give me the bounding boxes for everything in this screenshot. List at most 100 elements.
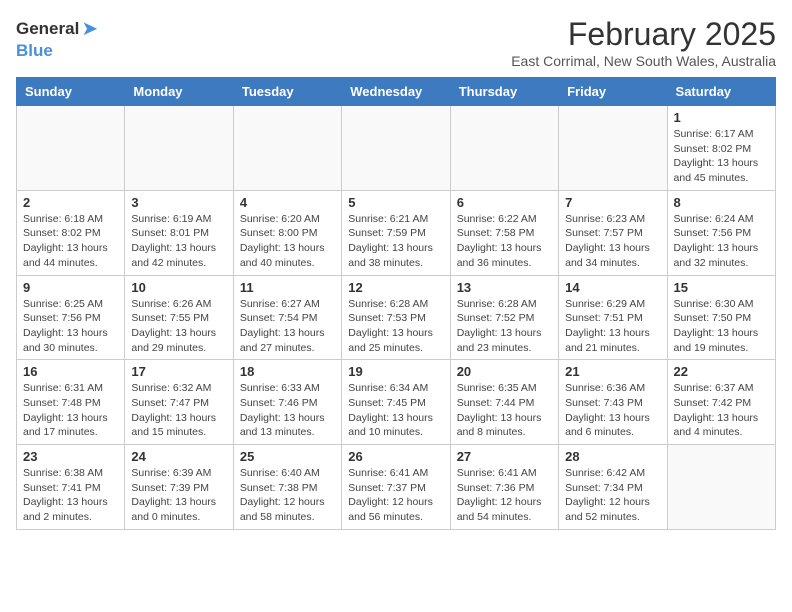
day-number: 14	[565, 280, 660, 295]
day-number: 10	[131, 280, 226, 295]
day-info: Sunrise: 6:38 AM Sunset: 7:41 PM Dayligh…	[23, 466, 118, 525]
weekday-header-saturday: Saturday	[667, 78, 775, 106]
weekday-header-monday: Monday	[125, 78, 233, 106]
calendar-cell: 7 Sunrise: 6:23 AM Sunset: 7:57 PM Daylig…	[559, 190, 667, 275]
calendar-cell	[17, 106, 125, 191]
calendar-cell: 22 Sunrise: 6:37 AM Sunset: 7:42 PM Dayli…	[667, 360, 775, 445]
day-info: Sunrise: 6:37 AM Sunset: 7:42 PM Dayligh…	[674, 381, 769, 440]
day-info: Sunrise: 6:31 AM Sunset: 7:48 PM Dayligh…	[23, 381, 118, 440]
day-info: Sunrise: 6:18 AM Sunset: 8:02 PM Dayligh…	[23, 212, 118, 271]
calendar-cell: 25 Sunrise: 6:40 AM Sunset: 7:38 PM Dayli…	[233, 445, 341, 530]
day-info: Sunrise: 6:41 AM Sunset: 7:36 PM Dayligh…	[457, 466, 552, 525]
calendar-cell: 21 Sunrise: 6:36 AM Sunset: 7:43 PM Dayli…	[559, 360, 667, 445]
calendar-cell: 5 Sunrise: 6:21 AM Sunset: 7:59 PM Daylig…	[342, 190, 450, 275]
calendar-cell: 18Sunrise: 6:33 AM Sunset: 7:46 PM Dayli…	[233, 360, 341, 445]
calendar-cell: 9 Sunrise: 6:25 AM Sunset: 7:56 PM Daylig…	[17, 275, 125, 360]
calendar-cell: 17Sunrise: 6:32 AM Sunset: 7:47 PM Dayli…	[125, 360, 233, 445]
day-info: Sunrise: 6:36 AM Sunset: 7:43 PM Dayligh…	[565, 381, 660, 440]
calendar-cell: 24 Sunrise: 6:39 AM Sunset: 7:39 PM Dayli…	[125, 445, 233, 530]
day-info: Sunrise: 6:20 AM Sunset: 8:00 PM Dayligh…	[240, 212, 335, 271]
calendar-cell: 3 Sunrise: 6:19 AM Sunset: 8:01 PM Daylig…	[125, 190, 233, 275]
day-info: Sunrise: 6:26 AM Sunset: 7:55 PM Dayligh…	[131, 297, 226, 356]
calendar-week-3: 16 Sunrise: 6:31 AM Sunset: 7:48 PM Dayli…	[17, 360, 776, 445]
calendar-cell: 1Sunrise: 6:17 AM Sunset: 8:02 PM Daylig…	[667, 106, 775, 191]
weekday-header-tuesday: Tuesday	[233, 78, 341, 106]
day-number: 16	[23, 364, 118, 379]
day-number: 6	[457, 195, 552, 210]
day-info: Sunrise: 6:19 AM Sunset: 8:01 PM Dayligh…	[131, 212, 226, 271]
logo-blue-text: Blue	[16, 41, 53, 61]
day-info: Sunrise: 6:23 AM Sunset: 7:57 PM Dayligh…	[565, 212, 660, 271]
day-info: Sunrise: 6:21 AM Sunset: 7:59 PM Dayligh…	[348, 212, 443, 271]
page-header: General ➤ Blue February 2025 East Corrim…	[16, 16, 776, 69]
weekday-header-wednesday: Wednesday	[342, 78, 450, 106]
day-info: Sunrise: 6:41 AM Sunset: 7:37 PM Dayligh…	[348, 466, 443, 525]
calendar-cell: 6 Sunrise: 6:22 AM Sunset: 7:58 PM Daylig…	[450, 190, 558, 275]
day-number: 9	[23, 280, 118, 295]
calendar-week-0: 1Sunrise: 6:17 AM Sunset: 8:02 PM Daylig…	[17, 106, 776, 191]
main-title: February 2025	[511, 16, 776, 53]
day-number: 12	[348, 280, 443, 295]
weekday-header-sunday: Sunday	[17, 78, 125, 106]
calendar-cell: 15Sunrise: 6:30 AM Sunset: 7:50 PM Dayli…	[667, 275, 775, 360]
logo-general-text: General	[16, 19, 79, 39]
calendar-cell	[667, 445, 775, 530]
day-number: 2	[23, 195, 118, 210]
day-number: 20	[457, 364, 552, 379]
calendar-cell: 12 Sunrise: 6:28 AM Sunset: 7:53 PM Dayli…	[342, 275, 450, 360]
calendar-cell: 2 Sunrise: 6:18 AM Sunset: 8:02 PM Daylig…	[17, 190, 125, 275]
weekday-header-row: SundayMondayTuesdayWednesdayThursdayFrid…	[17, 78, 776, 106]
calendar-cell: 26Sunrise: 6:41 AM Sunset: 7:37 PM Dayli…	[342, 445, 450, 530]
weekday-header-friday: Friday	[559, 78, 667, 106]
day-info: Sunrise: 6:32 AM Sunset: 7:47 PM Dayligh…	[131, 381, 226, 440]
day-number: 23	[23, 449, 118, 464]
day-number: 13	[457, 280, 552, 295]
day-info: Sunrise: 6:33 AM Sunset: 7:46 PM Dayligh…	[240, 381, 335, 440]
logo: General ➤ Blue	[16, 16, 98, 61]
day-number: 19	[348, 364, 443, 379]
day-number: 7	[565, 195, 660, 210]
title-section: February 2025 East Corrimal, New South W…	[511, 16, 776, 69]
day-number: 25	[240, 449, 335, 464]
calendar-cell: 4Sunrise: 6:20 AM Sunset: 8:00 PM Daylig…	[233, 190, 341, 275]
day-number: 5	[348, 195, 443, 210]
day-info: Sunrise: 6:25 AM Sunset: 7:56 PM Dayligh…	[23, 297, 118, 356]
day-info: Sunrise: 6:39 AM Sunset: 7:39 PM Dayligh…	[131, 466, 226, 525]
day-number: 1	[674, 110, 769, 125]
calendar-cell	[233, 106, 341, 191]
day-info: Sunrise: 6:34 AM Sunset: 7:45 PM Dayligh…	[348, 381, 443, 440]
day-info: Sunrise: 6:22 AM Sunset: 7:58 PM Dayligh…	[457, 212, 552, 271]
day-number: 22	[674, 364, 769, 379]
calendar-cell	[450, 106, 558, 191]
day-number: 27	[457, 449, 552, 464]
calendar-cell: 20 Sunrise: 6:35 AM Sunset: 7:44 PM Dayli…	[450, 360, 558, 445]
logo-bird-icon: ➤	[81, 16, 98, 41]
calendar-cell: 10 Sunrise: 6:26 AM Sunset: 7:55 PM Dayli…	[125, 275, 233, 360]
calendar-cell: 11Sunrise: 6:27 AM Sunset: 7:54 PM Dayli…	[233, 275, 341, 360]
calendar-week-2: 9 Sunrise: 6:25 AM Sunset: 7:56 PM Daylig…	[17, 275, 776, 360]
calendar-cell: 27 Sunrise: 6:41 AM Sunset: 7:36 PM Dayli…	[450, 445, 558, 530]
calendar-cell	[125, 106, 233, 191]
day-number: 21	[565, 364, 660, 379]
calendar-week-1: 2 Sunrise: 6:18 AM Sunset: 8:02 PM Daylig…	[17, 190, 776, 275]
day-number: 24	[131, 449, 226, 464]
day-number: 15	[674, 280, 769, 295]
calendar-cell: 16 Sunrise: 6:31 AM Sunset: 7:48 PM Dayli…	[17, 360, 125, 445]
day-number: 11	[240, 280, 335, 295]
subtitle: East Corrimal, New South Wales, Australi…	[511, 53, 776, 69]
calendar-cell: 23 Sunrise: 6:38 AM Sunset: 7:41 PM Dayli…	[17, 445, 125, 530]
day-info: Sunrise: 6:29 AM Sunset: 7:51 PM Dayligh…	[565, 297, 660, 356]
calendar-week-4: 23 Sunrise: 6:38 AM Sunset: 7:41 PM Dayli…	[17, 445, 776, 530]
day-info: Sunrise: 6:28 AM Sunset: 7:52 PM Dayligh…	[457, 297, 552, 356]
day-info: Sunrise: 6:24 AM Sunset: 7:56 PM Dayligh…	[674, 212, 769, 271]
day-number: 3	[131, 195, 226, 210]
calendar-cell	[342, 106, 450, 191]
calendar-cell: 28Sunrise: 6:42 AM Sunset: 7:34 PM Dayli…	[559, 445, 667, 530]
day-info: Sunrise: 6:28 AM Sunset: 7:53 PM Dayligh…	[348, 297, 443, 356]
day-info: Sunrise: 6:35 AM Sunset: 7:44 PM Dayligh…	[457, 381, 552, 440]
day-number: 28	[565, 449, 660, 464]
calendar-cell	[559, 106, 667, 191]
day-info: Sunrise: 6:40 AM Sunset: 7:38 PM Dayligh…	[240, 466, 335, 525]
calendar-cell: 19 Sunrise: 6:34 AM Sunset: 7:45 PM Dayli…	[342, 360, 450, 445]
calendar-table: SundayMondayTuesdayWednesdayThursdayFrid…	[16, 77, 776, 530]
